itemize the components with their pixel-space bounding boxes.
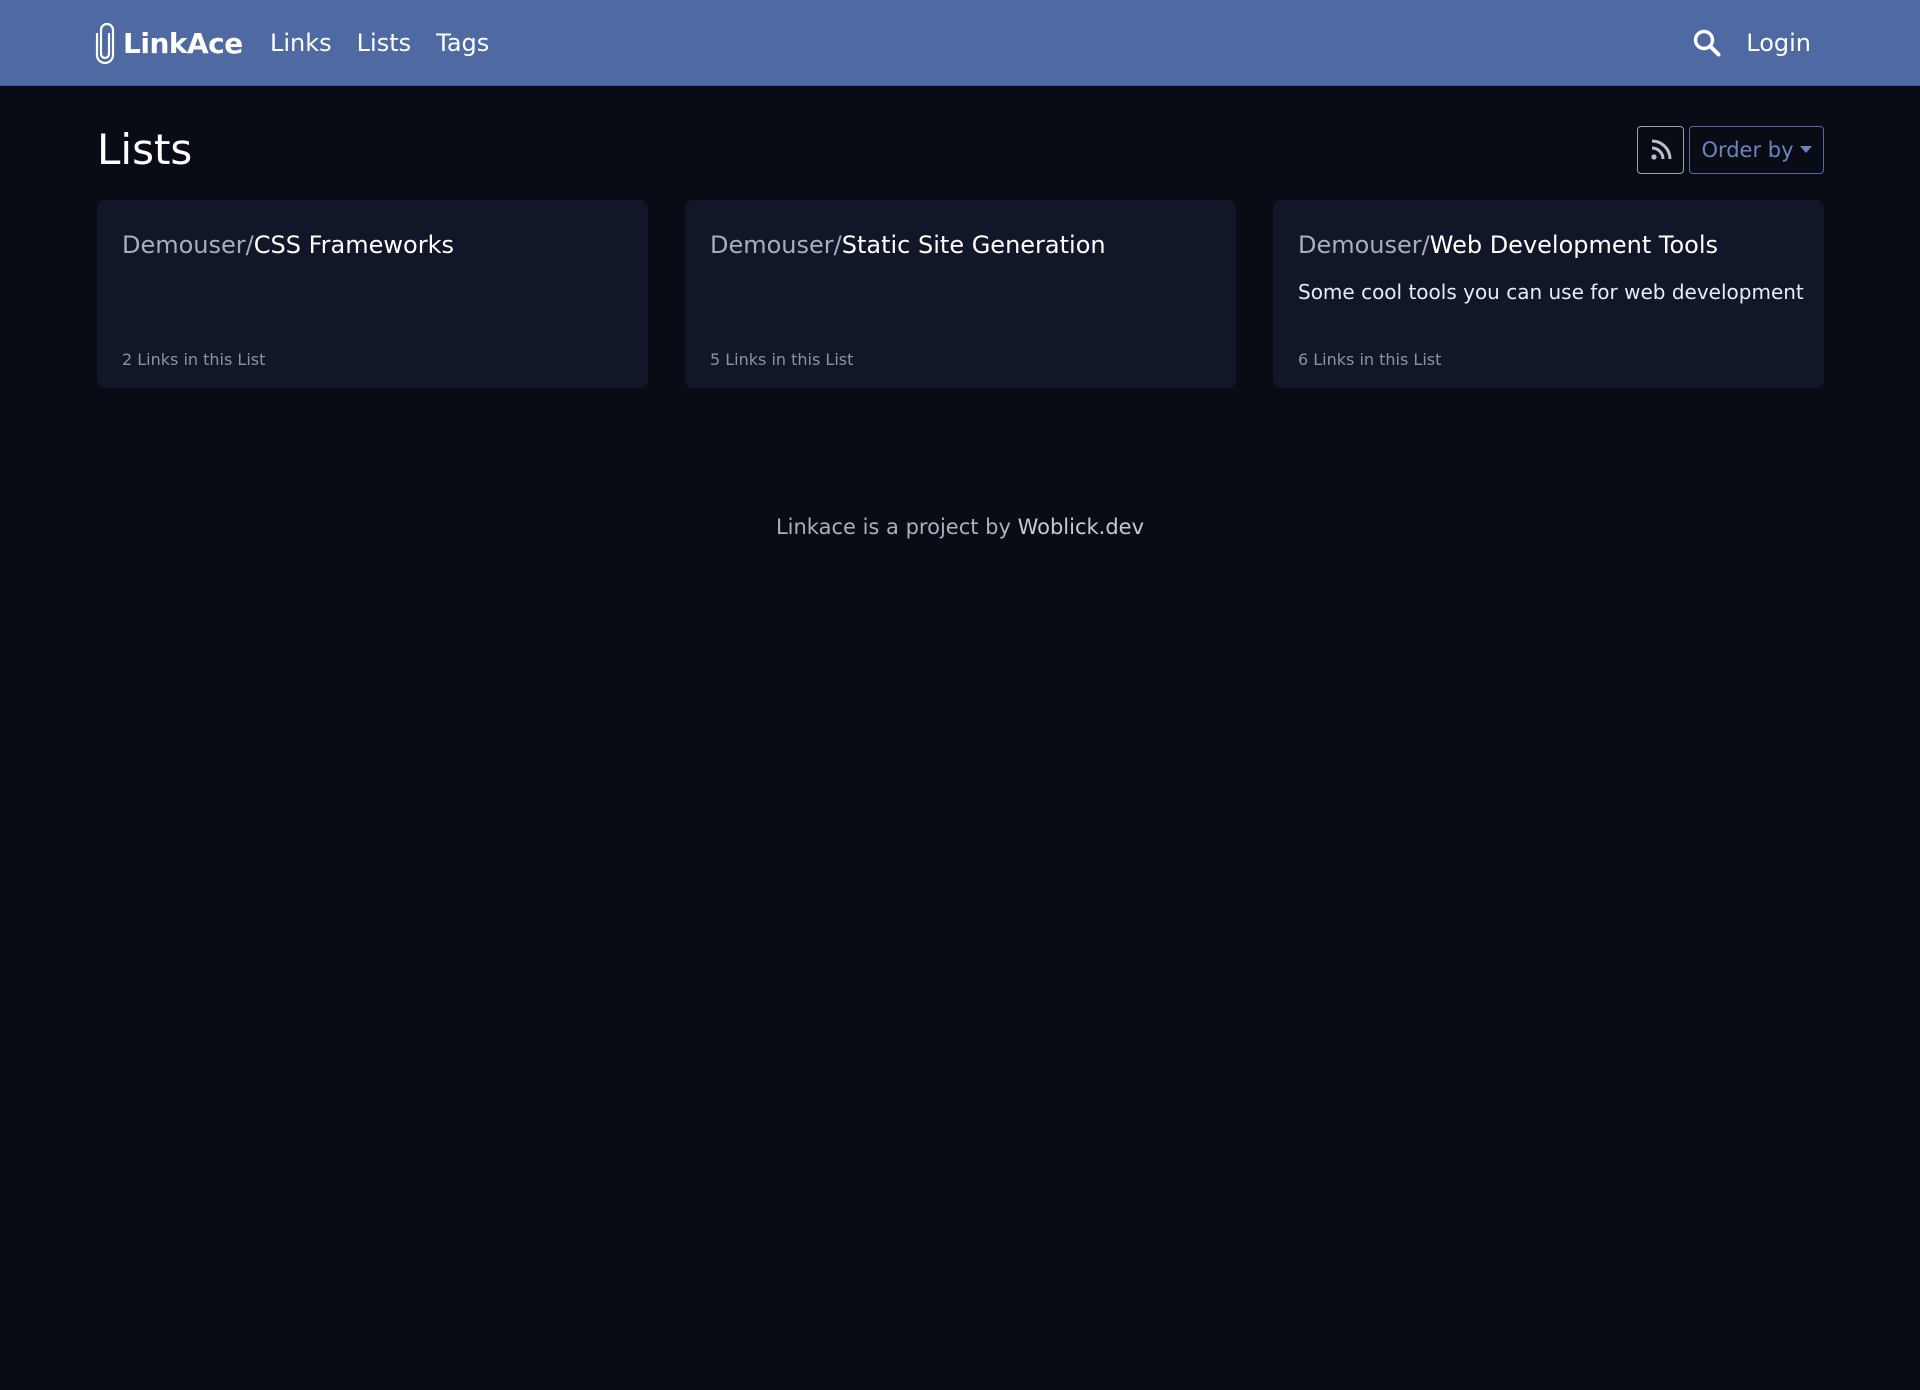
footer-woblick-link[interactable]: Woblick.dev bbox=[1018, 515, 1144, 539]
list-owner: Demouser/ bbox=[1298, 231, 1430, 259]
list-card[interactable]: Demouser/CSS Frameworks 2 Links in this … bbox=[97, 200, 648, 388]
footer-text: Linkace is a project by bbox=[775, 515, 1018, 539]
list-link-count: 5 Links in this List bbox=[710, 350, 854, 369]
rss-feed-button[interactable] bbox=[1637, 126, 1684, 174]
list-card-title[interactable]: Demouser/CSS Frameworks bbox=[122, 228, 454, 262]
brand-link[interactable]: LinkAce bbox=[95, 20, 243, 66]
list-name[interactable]: Static Site Generation bbox=[842, 231, 1106, 259]
main-nav: Links Lists Tags bbox=[270, 20, 489, 66]
list-card-title[interactable]: Demouser/Web Development Tools bbox=[1298, 228, 1718, 262]
list-link-count: 6 Links in this List bbox=[1298, 350, 1442, 369]
nav-link-links[interactable]: Links bbox=[270, 29, 332, 57]
nav-link-tags[interactable]: Tags bbox=[436, 29, 489, 57]
brand-name: LinkAce bbox=[123, 26, 243, 60]
search-icon[interactable] bbox=[1692, 28, 1722, 58]
list-card-title[interactable]: Demouser/Static Site Generation bbox=[710, 228, 1106, 262]
footer: Linkace is a project by Woblick.dev bbox=[0, 512, 1920, 542]
list-card[interactable]: Demouser/Static Site Generation 5 Links … bbox=[685, 200, 1236, 388]
list-link-count: 2 Links in this List bbox=[122, 350, 266, 369]
list-owner: Demouser/ bbox=[122, 231, 254, 259]
list-card[interactable]: Demouser/Web Development Tools Some cool… bbox=[1273, 200, 1824, 388]
paperclip-icon bbox=[95, 22, 115, 64]
caret-down-icon bbox=[1799, 146, 1812, 153]
nav-link-lists[interactable]: Lists bbox=[357, 29, 411, 57]
page-title: Lists bbox=[97, 125, 193, 174]
top-navbar: LinkAce Links Lists Tags Login bbox=[0, 0, 1920, 86]
login-link[interactable]: Login bbox=[1746, 29, 1811, 57]
list-name[interactable]: CSS Frameworks bbox=[254, 231, 454, 259]
list-owner: Demouser/ bbox=[710, 231, 842, 259]
order-by-dropdown[interactable]: Order by bbox=[1689, 126, 1824, 174]
order-by-label: Order by bbox=[1701, 138, 1794, 162]
list-name[interactable]: Web Development Tools bbox=[1430, 231, 1718, 259]
nav-right: Login bbox=[1692, 20, 1811, 66]
list-description: Some cool tools you can use for web deve… bbox=[1298, 280, 1804, 304]
rss-icon bbox=[1650, 139, 1671, 160]
